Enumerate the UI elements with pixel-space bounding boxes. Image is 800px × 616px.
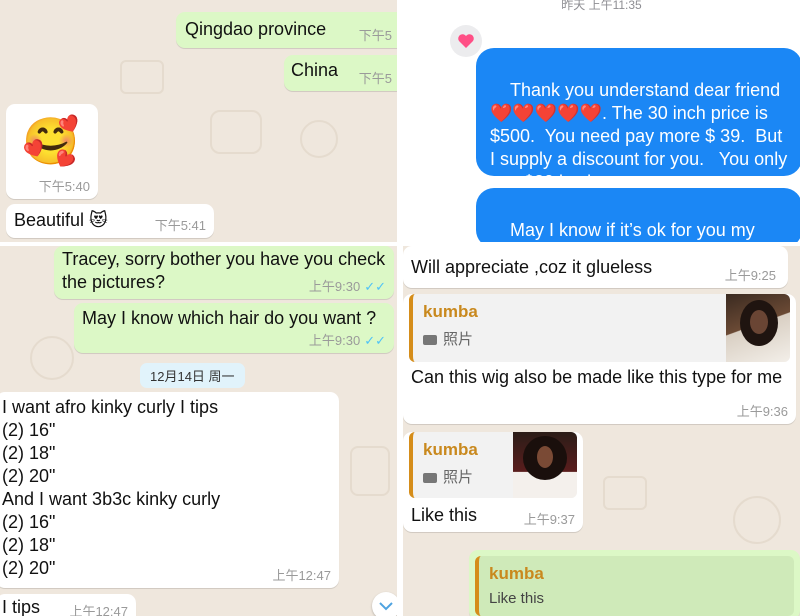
- quoted-sender-name: kumba: [489, 564, 544, 583]
- camera-icon: [423, 473, 437, 484]
- thumbnail-face-shape: [537, 446, 553, 468]
- thumbnail-face-shape: [750, 310, 768, 334]
- message-time: 上午12:47: [272, 568, 331, 583]
- doodle-box: [350, 446, 390, 496]
- message-text: May I know which hair do you want ?: [82, 308, 377, 328]
- camera-icon: [423, 335, 437, 346]
- quoted-sender-name: kumba: [423, 440, 478, 459]
- emoji-message-bubble[interactable]: 🥰 下午5:40: [6, 104, 98, 199]
- quoted-message[interactable]: kumba 照片: [409, 294, 790, 362]
- message-text: May I know if it’s ok for you my dear fr…: [510, 220, 755, 240]
- doodle-box: [603, 476, 647, 510]
- message-text: Beautiful 😻: [14, 210, 108, 230]
- quoted-photo-label: 照片: [423, 466, 473, 487]
- photo-label-text: 照片: [443, 331, 474, 348]
- message-time: 下午5:41: [154, 218, 206, 233]
- message-time: 下午5:40: [38, 179, 90, 194]
- message-bubble[interactable]: Qingdao province 下午5: [176, 12, 397, 48]
- photo-label-text: 照片: [443, 469, 474, 486]
- message-bubble[interactable]: May I know which hair do you want ? 上午9:…: [74, 303, 394, 353]
- quoted-message[interactable]: kumba Like this: [475, 556, 794, 616]
- time-label: 上午9:30: [308, 279, 361, 294]
- message-text: Like this: [411, 505, 478, 525]
- message-bubble[interactable]: Will appreciate ,coz it glueless 上午9:25: [403, 246, 788, 288]
- reply-message-bubble[interactable]: kumba 照片 Like this 上午9:37: [403, 432, 583, 532]
- message-bubble[interactable]: I tips 上午12:47: [0, 594, 136, 616]
- time-label: 上午9:30: [308, 333, 361, 348]
- doodle-box: [120, 60, 164, 94]
- message-bubble[interactable]: Tracey, sorry bother you have you check …: [54, 246, 394, 299]
- message-text: I tips: [2, 597, 41, 616]
- doodle-camera: [210, 110, 262, 154]
- message-time: 上午9:37: [523, 512, 575, 527]
- message-time: 上午9:36: [736, 404, 788, 419]
- chat-panel-bottom-right: Will appreciate ,coz it glueless 上午9:25 …: [403, 246, 800, 616]
- date-separator: 12月14日 周一: [140, 363, 245, 388]
- message-bubble[interactable]: China 下午5: [284, 55, 397, 91]
- imessage-bubble[interactable]: May I know if it’s ok for you my dear fr…: [476, 188, 800, 242]
- heart-icon: [458, 34, 474, 48]
- message-text: Qingdao province: [185, 19, 327, 39]
- scroll-down-button[interactable]: [372, 592, 397, 616]
- message-time: 下午5: [358, 71, 392, 86]
- message-time: 上午9:30 ✓✓: [309, 330, 386, 349]
- read-ticks-icon: ✓✓: [364, 279, 386, 294]
- message-text: Can this wig also be made like this type…: [411, 367, 783, 387]
- quoted-photo-thumbnail: [513, 432, 577, 498]
- reply-message-bubble[interactable]: kumba 照片 Can this wig also be made like …: [403, 294, 796, 424]
- quoted-photo-thumbnail: [726, 294, 790, 362]
- message-bubble[interactable]: Beautiful 😻 下午5:41: [6, 204, 214, 238]
- read-ticks-icon: ✓✓: [364, 333, 386, 348]
- message-text: China: [291, 60, 339, 80]
- quoted-sender-name: kumba: [423, 302, 478, 321]
- doodle-circle: [300, 120, 338, 158]
- message-text: Will appreciate ,coz it glueless: [411, 257, 653, 277]
- tapback-reaction[interactable]: [450, 25, 482, 57]
- conversation-timestamp: 昨天 上午11:35: [561, 0, 642, 12]
- reply-message-bubble[interactable]: kumba Like this: [469, 550, 800, 616]
- chat-panel-top-right: 昨天 上午11:35 Thank you understand dear fri…: [403, 0, 800, 242]
- message-time: 上午9:30 ✓✓: [309, 276, 386, 295]
- smiling-hearts-emoji: 🥰: [22, 115, 80, 167]
- message-bubble[interactable]: I want afro kinky curly I tips (2) 16" (…: [0, 392, 339, 588]
- message-time: 下午5: [358, 28, 392, 43]
- doodle-circle: [30, 336, 74, 380]
- doodle-circle: [733, 496, 781, 544]
- chevron-down-icon: [379, 602, 393, 611]
- quoted-photo-label: 照片: [423, 328, 473, 349]
- chat-panel-top-left: Qingdao province 下午5 China 下午5 🥰 下午5:40 …: [0, 0, 397, 242]
- message-time: 上午9:25: [724, 268, 776, 283]
- quoted-message[interactable]: kumba 照片: [409, 432, 577, 498]
- message-text: Thank you understand dear friend ❤️❤️❤️❤…: [490, 80, 793, 192]
- quoted-text: Like this: [489, 590, 545, 607]
- message-time: 上午12:47: [69, 604, 128, 616]
- message-text: I want afro kinky curly I tips (2) 16" (…: [2, 397, 221, 578]
- imessage-bubble[interactable]: Thank you understand dear friend ❤️❤️❤️❤…: [476, 48, 800, 192]
- chat-panel-bottom-left: Tracey, sorry bother you have you check …: [0, 246, 397, 616]
